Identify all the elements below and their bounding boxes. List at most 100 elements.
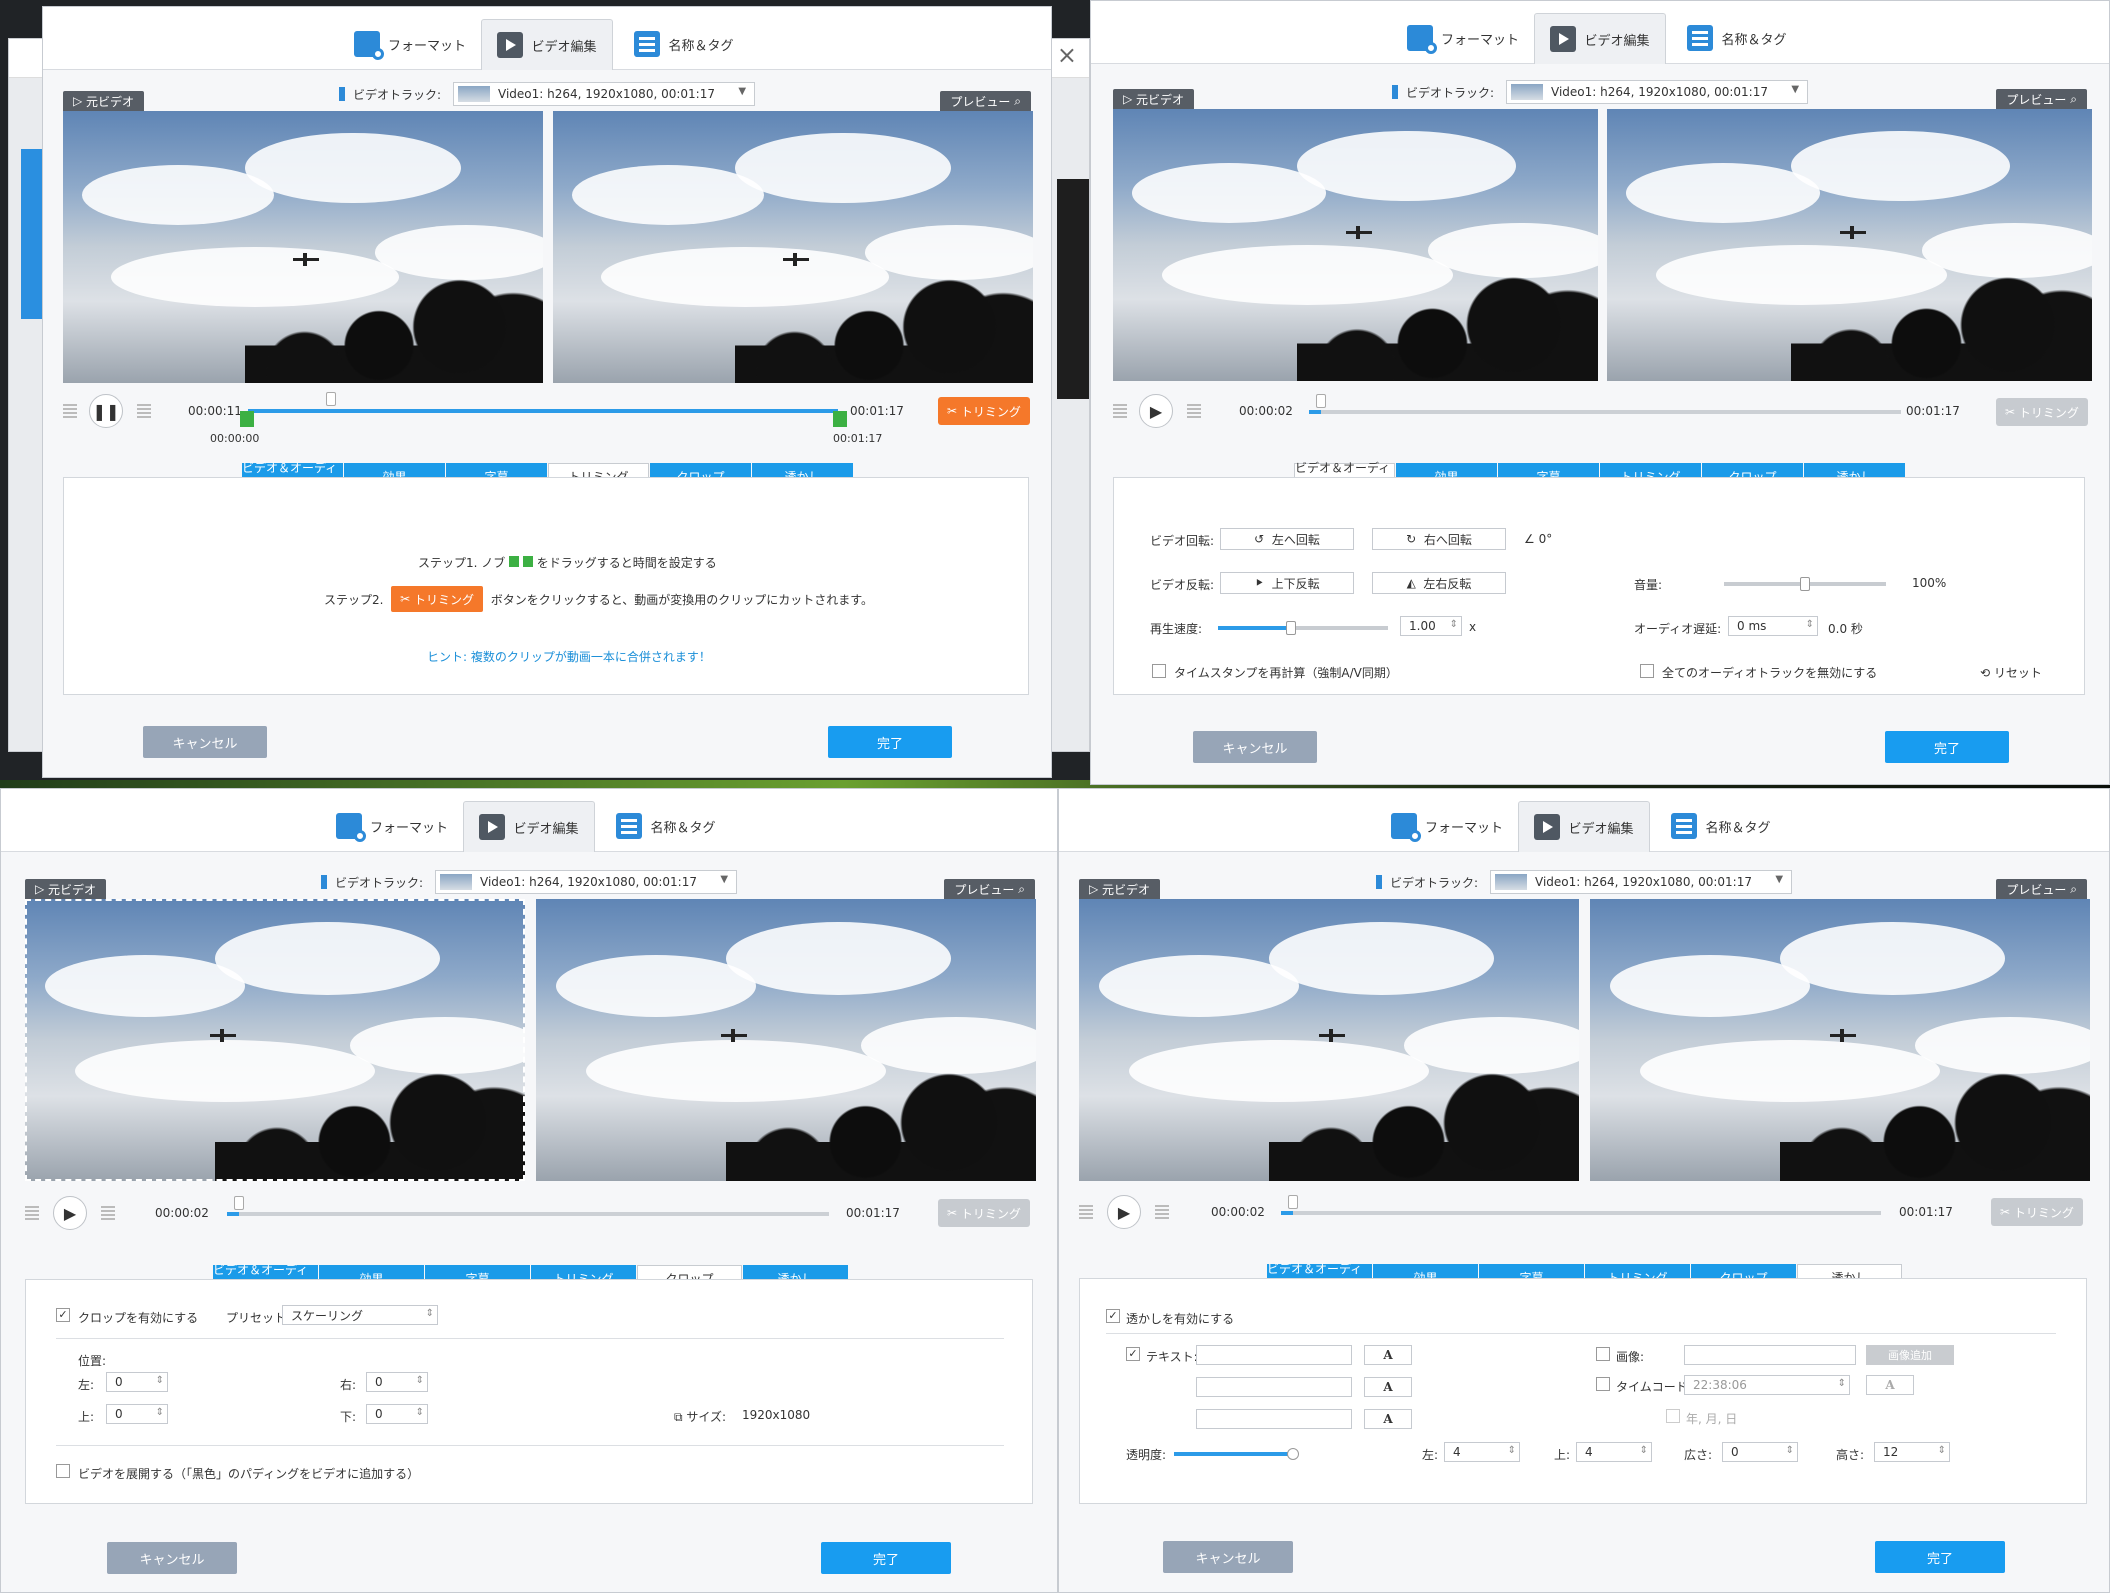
tab-name-tag[interactable]: 名称＆タグ bbox=[1672, 13, 1802, 63]
text-input-1[interactable] bbox=[1196, 1345, 1352, 1365]
crop-right-input[interactable]: 0 bbox=[366, 1372, 428, 1392]
video-track-select[interactable]: Video1: h264, 1920x1080, 00:01:17 ▼ bbox=[1490, 870, 1793, 894]
preview-label[interactable]: プレビュー ⌕ bbox=[944, 879, 1035, 899]
watermark-top-input[interactable]: 4 bbox=[1576, 1442, 1652, 1462]
cancel-button[interactable]: キャンセル bbox=[1163, 1541, 1293, 1573]
crop-left-input[interactable]: 0 bbox=[106, 1372, 168, 1392]
add-image-button[interactable]: 画像追加 bbox=[1866, 1345, 1954, 1365]
enable-watermark-checkbox[interactable]: ✓ bbox=[1106, 1309, 1120, 1323]
timestamp-checkbox[interactable] bbox=[1152, 664, 1166, 678]
top-tab-bar: フォーマット ビデオ編集 名称＆タグ bbox=[1, 789, 1057, 852]
speed-input[interactable]: 1.00 bbox=[1400, 616, 1462, 636]
image-checkbox[interactable] bbox=[1596, 1347, 1610, 1361]
tab-name-tag[interactable]: 名称＆タグ bbox=[601, 801, 731, 851]
image-path-input[interactable] bbox=[1684, 1345, 1856, 1365]
tab-format[interactable]: フォーマット bbox=[327, 801, 457, 851]
preset-select[interactable]: スケーリング bbox=[282, 1305, 438, 1325]
timeline-track[interactable] bbox=[227, 1212, 829, 1216]
playhead-knob[interactable] bbox=[234, 1196, 245, 1210]
timeline-track[interactable] bbox=[1309, 410, 1901, 414]
trim-start-handle[interactable] bbox=[240, 411, 254, 427]
prev-frame-icon[interactable] bbox=[1079, 1205, 1093, 1219]
text-input-3[interactable] bbox=[1196, 1409, 1352, 1429]
tab-video-edit[interactable]: ビデオ編集 bbox=[1534, 13, 1666, 64]
play-button[interactable]: ▶ bbox=[1107, 1195, 1141, 1229]
trim-button[interactable]: ✂ トリミング bbox=[1991, 1198, 2083, 1226]
tab-format[interactable]: フォーマット bbox=[1398, 13, 1528, 63]
cancel-button[interactable]: キャンセル bbox=[1193, 731, 1317, 763]
tab-format[interactable]: フォーマット bbox=[345, 19, 475, 69]
preview-label[interactable]: プレビュー ⌕ bbox=[940, 91, 1031, 111]
text-checkbox[interactable]: ✓ bbox=[1126, 1347, 1140, 1361]
current-time: 00:00:02 bbox=[155, 1206, 209, 1220]
next-frame-icon[interactable] bbox=[1155, 1205, 1169, 1219]
font-button-3[interactable]: A bbox=[1364, 1409, 1412, 1429]
video-edit-icon bbox=[1550, 26, 1577, 52]
crop-top-input[interactable]: 0 bbox=[106, 1404, 168, 1424]
done-button[interactable]: 完了 bbox=[828, 726, 952, 758]
timeline-track[interactable] bbox=[248, 409, 838, 413]
prev-frame-icon[interactable] bbox=[25, 1206, 39, 1220]
opacity-slider[interactable] bbox=[1174, 1448, 1299, 1460]
play-button[interactable]: ▶ bbox=[1139, 394, 1173, 428]
tab-video-edit[interactable]: ビデオ編集 bbox=[481, 19, 613, 70]
watermark-left-input[interactable]: 4 bbox=[1444, 1442, 1520, 1462]
timecode-input[interactable]: 22:38:06 bbox=[1684, 1375, 1850, 1395]
tab-format[interactable]: フォーマット bbox=[1382, 801, 1512, 851]
audio-delay-seconds: 0.0 秒 bbox=[1828, 622, 1863, 636]
trim-button[interactable]: ✂ トリミング bbox=[1996, 398, 2088, 426]
rotate-right-button[interactable]: ↻ 右へ回転 bbox=[1372, 528, 1506, 550]
trim-end-handle[interactable] bbox=[833, 411, 847, 427]
disable-audio-checkbox[interactable] bbox=[1640, 664, 1654, 678]
audio-delay-input[interactable]: 0 ms bbox=[1728, 616, 1818, 636]
rotate-left-button[interactable]: ↺ 左へ回転 bbox=[1220, 528, 1354, 550]
watermark-height-input[interactable]: 12 bbox=[1874, 1442, 1950, 1462]
speed-slider[interactable] bbox=[1218, 621, 1388, 635]
done-button[interactable]: 完了 bbox=[1885, 731, 2009, 763]
cancel-button[interactable]: キャンセル bbox=[107, 1542, 237, 1574]
pause-button[interactable]: ❚❚ bbox=[89, 394, 123, 428]
next-frame-icon[interactable] bbox=[137, 404, 151, 418]
trim-button[interactable]: ✂ トリミング bbox=[938, 397, 1030, 425]
volume-slider[interactable] bbox=[1724, 577, 1886, 591]
timecode-font-button[interactable]: A bbox=[1866, 1375, 1914, 1395]
playhead-knob[interactable] bbox=[1315, 394, 1326, 408]
watermark-width-input[interactable]: 0 bbox=[1722, 1442, 1798, 1462]
flip-horizontal-button[interactable]: ◭ 左右反転 bbox=[1372, 572, 1506, 594]
tab-video-edit[interactable]: ビデオ編集 bbox=[1518, 801, 1650, 852]
crop-bottom-input[interactable]: 0 bbox=[366, 1404, 428, 1424]
timeline-track[interactable] bbox=[1281, 1211, 1881, 1215]
cancel-button[interactable]: キャンセル bbox=[143, 726, 267, 758]
font-button-2[interactable]: A bbox=[1364, 1377, 1412, 1397]
video-track-select[interactable]: Video1: h264, 1920x1080, 00:01:17 ▼ bbox=[1506, 80, 1809, 104]
done-button[interactable]: 完了 bbox=[821, 1542, 951, 1574]
preview-label[interactable]: プレビュー ⌕ bbox=[1996, 89, 2087, 109]
video-track-select[interactable]: Video1: h264, 1920x1080, 00:01:17 ▼ bbox=[453, 82, 756, 106]
tab-name-tag[interactable]: 名称＆タグ bbox=[619, 19, 749, 69]
playhead-knob[interactable] bbox=[325, 392, 336, 406]
flip-vertical-button[interactable]: ⯈ 上下反転 bbox=[1220, 572, 1354, 594]
date-checkbox[interactable] bbox=[1666, 1409, 1680, 1423]
reset-button[interactable]: ⟲ リセット bbox=[1980, 664, 2042, 681]
tab-name-tag[interactable]: 名称＆タグ bbox=[1656, 801, 1786, 851]
preview-label[interactable]: プレビュー ⌕ bbox=[1996, 879, 2087, 899]
next-frame-icon[interactable] bbox=[101, 1206, 115, 1220]
background-close-icon[interactable]: × bbox=[1057, 41, 1077, 69]
prev-frame-icon[interactable] bbox=[63, 404, 77, 418]
next-frame-icon[interactable] bbox=[1187, 404, 1201, 418]
timecode-checkbox[interactable] bbox=[1596, 1377, 1610, 1391]
prev-frame-icon[interactable] bbox=[1113, 404, 1127, 418]
crop-frame[interactable] bbox=[25, 899, 525, 1181]
top-label: 上: bbox=[1554, 1448, 1571, 1462]
playhead-knob[interactable] bbox=[1288, 1195, 1298, 1209]
play-button[interactable]: ▶ bbox=[53, 1196, 87, 1230]
enable-crop-checkbox[interactable]: ✓ bbox=[56, 1308, 70, 1322]
text-input-2[interactable] bbox=[1196, 1377, 1352, 1397]
tab-video-edit[interactable]: ビデオ編集 bbox=[463, 801, 595, 852]
expand-video-checkbox[interactable] bbox=[56, 1464, 70, 1478]
done-button[interactable]: 完了 bbox=[1875, 1541, 2005, 1573]
end-time: 00:01:17 bbox=[1906, 404, 1960, 418]
font-button-1[interactable]: A bbox=[1364, 1345, 1412, 1365]
trim-button[interactable]: ✂ トリミング bbox=[938, 1199, 1030, 1227]
video-track-select[interactable]: Video1: h264, 1920x1080, 00:01:17 ▼ bbox=[435, 870, 738, 894]
